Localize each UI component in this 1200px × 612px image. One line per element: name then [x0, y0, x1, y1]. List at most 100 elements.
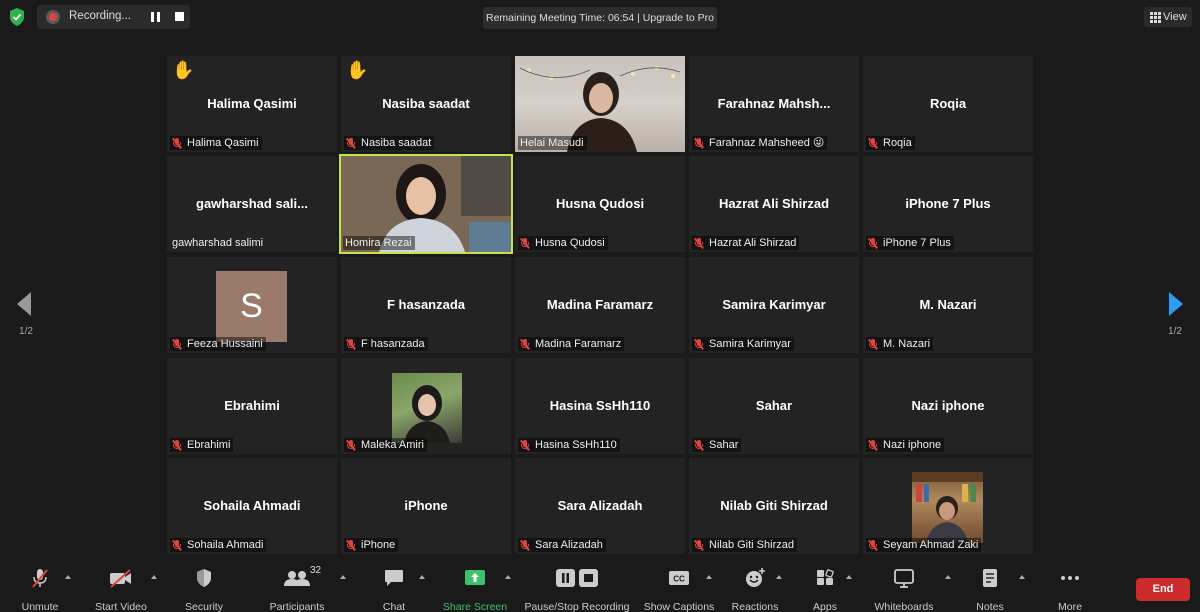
- participant-tile[interactable]: Farahnaz Mahsh... Farahnaz Mahsheed 😜: [689, 56, 859, 152]
- emoji-icon: 😜: [812, 137, 825, 149]
- participant-display-name: iPhone 7 Plus: [905, 196, 991, 211]
- participant-label-text: Hazrat Ali Shirzad: [709, 237, 797, 249]
- muted-mic-icon: [867, 137, 878, 149]
- reactions-label: Reactions: [731, 601, 779, 612]
- apps-options-caret-icon[interactable]: [846, 575, 852, 579]
- pause-stop-recording-button[interactable]: Pause/Stop Recording: [522, 567, 632, 612]
- participant-display-name: Hasina SsHh110: [549, 398, 651, 413]
- participant-tile[interactable]: S Feeza Hussaini: [167, 257, 337, 353]
- chat-options-caret-icon[interactable]: [419, 575, 425, 579]
- unmute-button[interactable]: Unmute: [14, 567, 66, 612]
- muted-mic-icon: [345, 439, 356, 451]
- participant-name-label: Nazi iphone: [866, 438, 945, 452]
- participant-tile[interactable]: Sara Alizadah Sara Alizadah: [515, 458, 685, 554]
- muted-mic-icon: [519, 439, 530, 451]
- share-options-caret-icon[interactable]: [505, 575, 511, 579]
- previous-page-button[interactable]: 1/2: [14, 290, 38, 340]
- next-page-button[interactable]: 1/2: [1163, 290, 1187, 340]
- participant-tile[interactable]: ✋ Nasiba saadat Nasiba saadat: [341, 56, 511, 152]
- captions-options-caret-icon[interactable]: [706, 575, 712, 579]
- participant-tile[interactable]: Ebrahimi Ebrahimi: [167, 358, 337, 454]
- chat-button[interactable]: Chat: [375, 567, 413, 612]
- participant-tile[interactable]: M. Nazari M. Nazari: [863, 257, 1033, 353]
- participant-grid: ✋ Halima Qasimi Halima Qasimi ✋ Nasiba s…: [167, 56, 1033, 554]
- participant-name-label: Roqia: [866, 136, 915, 150]
- apps-button[interactable]: Apps: [808, 567, 842, 612]
- participant-tile[interactable]: Seyam Ahmad Zaki: [863, 458, 1033, 554]
- participant-name-label: Feeza Hussaini: [170, 337, 266, 351]
- view-button-label: View: [1163, 11, 1187, 23]
- participant-tile[interactable]: iPhone iPhone: [341, 458, 511, 554]
- encryption-shield-icon[interactable]: [9, 8, 25, 26]
- participant-tile[interactable]: Nilab Giti Shirzad Nilab Giti Shirzad: [689, 458, 859, 554]
- active-speaker-video-tile[interactable]: Homira Rezai: [339, 154, 513, 254]
- more-button[interactable]: More: [1052, 567, 1088, 612]
- participant-tile[interactable]: Samira Karimyar Samira Karimyar: [689, 257, 859, 353]
- participant-display-name: Nasiba saadat: [382, 96, 470, 111]
- participant-label-text: iPhone 7 Plus: [883, 237, 951, 249]
- end-meeting-button[interactable]: End: [1136, 578, 1190, 601]
- participant-display-name: gawharshad sali...: [196, 196, 308, 211]
- participant-name-label: Samira Karimyar: [692, 337, 794, 351]
- show-captions-label: Show Captions: [643, 601, 715, 612]
- participant-label-text: Helai Masudi: [520, 137, 584, 149]
- page-indicator-right: 1/2: [1168, 326, 1182, 337]
- more-label: More: [1058, 601, 1082, 612]
- participant-label-text: Hasina SsHh110: [535, 439, 617, 451]
- notes-button[interactable]: Notes: [970, 567, 1010, 612]
- participant-name-label: Halima Qasimi: [170, 136, 262, 150]
- participant-tile[interactable]: Roqia Roqia: [863, 56, 1033, 152]
- participant-name-label: F hasanzada: [344, 337, 428, 351]
- participant-label-text: Halima Qasimi: [187, 137, 259, 149]
- security-button[interactable]: Security: [180, 567, 228, 612]
- participant-tile[interactable]: Sahar Sahar: [689, 358, 859, 454]
- participant-name-label: Helai Masudi: [518, 136, 587, 150]
- participant-label-text: Maleka Amiri: [361, 439, 424, 451]
- start-video-button[interactable]: Start Video: [90, 567, 152, 612]
- participants-button[interactable]: 32 Participants: [266, 565, 328, 612]
- pause-recording-icon[interactable]: [151, 12, 161, 22]
- participants-options-caret-icon[interactable]: [340, 575, 346, 579]
- show-captions-button[interactable]: CC Show Captions: [641, 567, 717, 612]
- muted-mic-icon: [867, 338, 878, 350]
- participant-tile[interactable]: Husna Qudosi Husna Qudosi: [515, 156, 685, 252]
- participant-tile[interactable]: Hasina SsHh110 Hasina SsHh110: [515, 358, 685, 454]
- audio-options-caret-icon[interactable]: [65, 575, 71, 579]
- participant-tile[interactable]: Sohaila Ahmadi Sohaila Ahmadi: [167, 458, 337, 554]
- whiteboards-button[interactable]: Whiteboards: [869, 567, 939, 612]
- participant-tile[interactable]: Madina Faramarz Madina Faramarz: [515, 257, 685, 353]
- raised-hand-icon: ✋: [172, 60, 195, 80]
- participant-label-text: Madina Faramarz: [535, 338, 622, 350]
- participant-display-name: Nazi iphone: [911, 398, 985, 413]
- view-button[interactable]: View: [1144, 7, 1192, 27]
- muted-mic-icon: [32, 569, 48, 588]
- participant-tile[interactable]: Maleka Amiri: [341, 358, 511, 454]
- share-screen-icon: [465, 570, 485, 585]
- muted-mic-icon: [519, 539, 530, 551]
- share-screen-button[interactable]: Share Screen: [440, 567, 510, 612]
- participant-tile[interactable]: Nazi iphone Nazi iphone: [863, 358, 1033, 454]
- whiteboards-options-caret-icon[interactable]: [945, 575, 951, 579]
- participant-name-label: Nasiba saadat: [344, 136, 435, 150]
- muted-mic-icon: [867, 439, 878, 451]
- participant-video-tile[interactable]: Helai Masudi: [515, 56, 685, 152]
- recording-indicator: Recording...: [37, 5, 190, 29]
- reactions-button[interactable]: Reactions: [730, 567, 780, 612]
- raised-hand-icon: ✋: [346, 60, 369, 80]
- stop-recording-icon[interactable]: [175, 12, 184, 21]
- meeting-toolbar: Unmute Start Video Security 32 Participa…: [0, 562, 1200, 612]
- security-shield-icon: [197, 569, 211, 587]
- notes-options-caret-icon[interactable]: [1019, 575, 1025, 579]
- participant-name-label: Farahnaz Mahsheed 😜: [692, 136, 828, 150]
- muted-mic-icon: [693, 237, 704, 249]
- participant-tile[interactable]: ✋ Halima Qasimi Halima Qasimi: [167, 56, 337, 152]
- participant-tile[interactable]: Hazrat Ali Shirzad Hazrat Ali Shirzad: [689, 156, 859, 252]
- video-options-caret-icon[interactable]: [151, 575, 157, 579]
- chat-label: Chat: [382, 601, 406, 612]
- participant-tile[interactable]: iPhone 7 Plus iPhone 7 Plus: [863, 156, 1033, 252]
- profile-picture: [392, 373, 462, 443]
- meeting-timer-banner[interactable]: Remaining Meeting Time: 06:54 | Upgrade …: [483, 7, 717, 29]
- participant-tile[interactable]: gawharshad sali... gawharshad salimi: [167, 156, 337, 252]
- participant-tile[interactable]: F hasanzada F hasanzada: [341, 257, 511, 353]
- reactions-options-caret-icon[interactable]: [776, 575, 782, 579]
